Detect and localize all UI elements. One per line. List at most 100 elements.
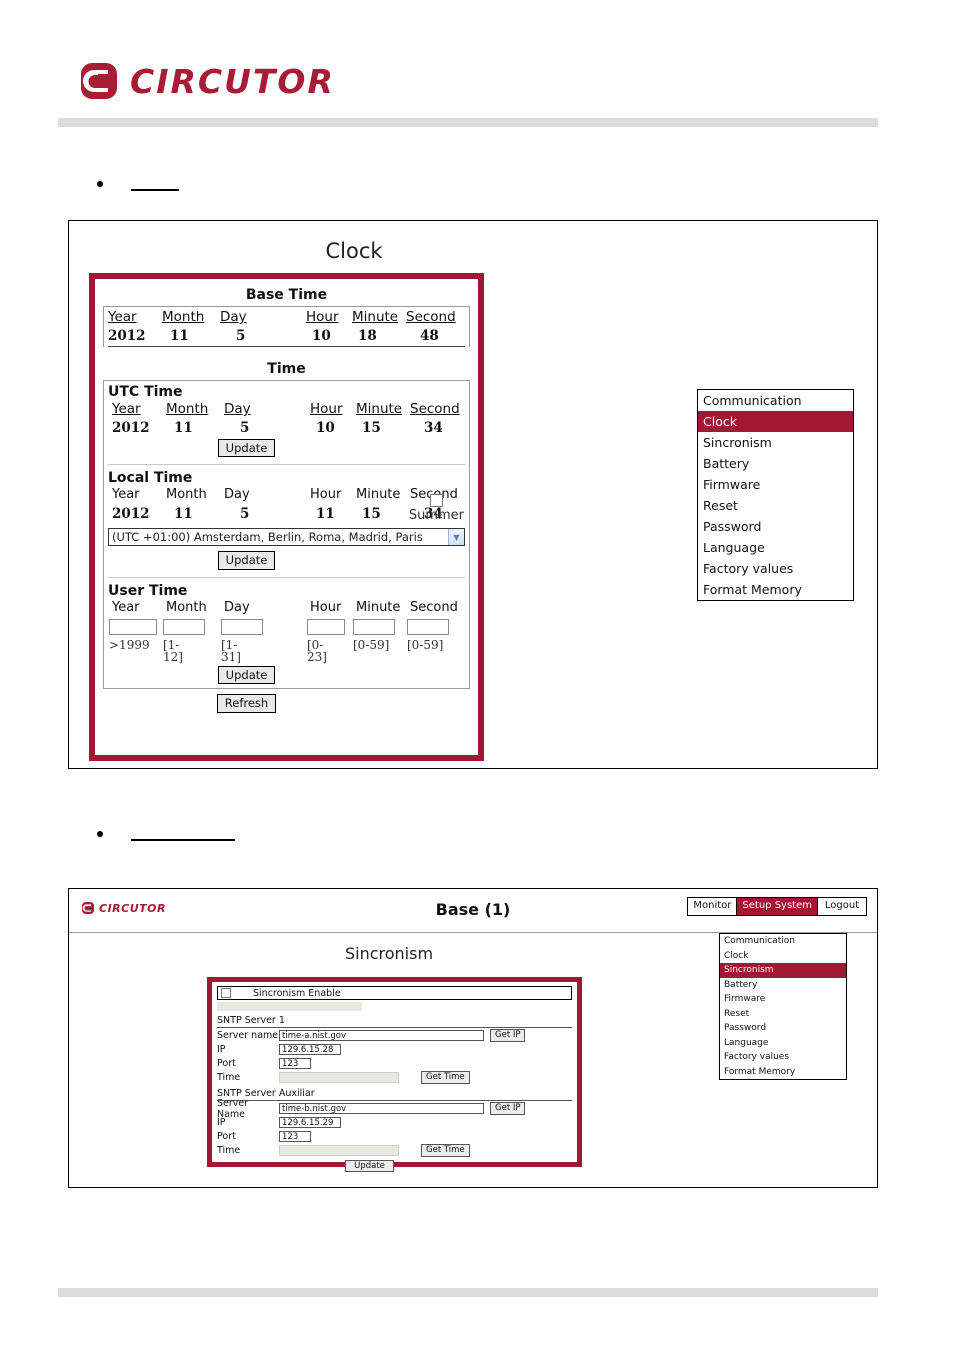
header-hour: Hour (306, 309, 339, 325)
user-month-input[interactable] (163, 618, 205, 635)
hint-year: >1999 (109, 637, 150, 652)
hint-month: [1-12] (163, 637, 183, 665)
brand-wordmark: CIRCUTOR (130, 61, 335, 101)
nav-button-logout[interactable]: Logout (818, 898, 866, 915)
utc-update-button[interactable]: Update (217, 439, 276, 458)
divider (108, 576, 465, 578)
server1-get-time-button[interactable]: Get Time (421, 1070, 470, 1085)
menu-item-battery[interactable]: Battery (698, 453, 853, 474)
header-hour: Hour (310, 487, 342, 503)
hint-hour: [0-23] (307, 637, 327, 665)
header-day: Day (224, 487, 250, 503)
utc-month-value: 11 (174, 420, 193, 436)
hint-day: [1-31] (221, 637, 241, 665)
menu-item-format-memory[interactable]: Format Memory (698, 579, 853, 600)
menu-item-factory-values[interactable]: Factory values (720, 1050, 846, 1065)
serveraux-get-time-button[interactable]: Get Time (421, 1143, 470, 1158)
nav-button-setup-system[interactable]: Setup System (737, 898, 818, 915)
header-rule (58, 118, 878, 127)
serveraux-get-ip-button[interactable]: Get IP (490, 1101, 526, 1116)
server1-time-field (279, 1072, 399, 1083)
utc-second-value: 34 (424, 420, 443, 436)
clock-page-title: Clock (325, 239, 383, 263)
time-section-title: Time (267, 361, 306, 377)
refresh-button[interactable]: Refresh (216, 694, 277, 713)
user-time-label: User Time (108, 582, 188, 599)
menu-item-firmware[interactable]: Firmware (698, 474, 853, 495)
menu-item-format-memory[interactable]: Format Memory (720, 1065, 846, 1080)
user-minute-input[interactable] (353, 618, 395, 635)
sincronism-update-button[interactable]: Update (345, 1160, 394, 1172)
app-header-bar: CIRCUTOR Base (1) Monitor Setup System L… (69, 889, 877, 933)
menu-item-language[interactable]: Language (720, 1036, 846, 1051)
local-day-value: 5 (240, 506, 250, 523)
header-day: Day (220, 309, 247, 325)
footer-rule (58, 1288, 878, 1297)
menu-item-factory-values[interactable]: Factory values (698, 558, 853, 579)
header-hour: Hour (310, 599, 342, 615)
base-time-headers: Year Month Day Hour Minute Second (108, 309, 465, 325)
server1-port-label: Port (217, 1058, 236, 1069)
server1-ip-label: IP (217, 1044, 226, 1055)
timezone-selected-value: (UTC +01:00) Amsterdam, Berlin, Roma, Ma… (112, 530, 423, 545)
menu-item-reset[interactable]: Reset (720, 1007, 846, 1022)
header-minute: Minute (356, 487, 401, 503)
menu-item-reset[interactable]: Reset (698, 495, 853, 516)
server1-port-input[interactable]: 123 (279, 1058, 311, 1069)
chevron-down-icon[interactable]: ▼ (448, 529, 464, 546)
utc-minute-value: 15 (362, 420, 381, 436)
sincronism-enable-checkbox[interactable] (221, 988, 231, 998)
header-month: Month (166, 599, 207, 615)
serveraux-ip-input[interactable]: 129.6.15.29 (279, 1117, 341, 1128)
user-hour-input[interactable] (307, 618, 345, 635)
user-time-inputs (108, 618, 465, 635)
top-nav-buttons: Monitor Setup System Logout (687, 897, 867, 916)
serveraux-port-label: Port (217, 1131, 236, 1142)
menu-item-battery[interactable]: Battery (720, 978, 846, 993)
sincronism-enable-row[interactable]: Sincronism Enable (217, 986, 572, 1000)
base-day-value: 5 (236, 328, 246, 344)
user-second-input[interactable] (407, 618, 449, 635)
server1-name-input[interactable]: time-a.nist.gov (279, 1030, 484, 1041)
menu-item-password[interactable]: Password (698, 516, 853, 537)
menu-item-sincronism[interactable]: Sincronism (698, 432, 853, 453)
server1-name-label: Server name (217, 1030, 279, 1041)
user-update-button[interactable]: Update (217, 665, 276, 685)
header-minute: Minute (356, 599, 401, 615)
serveraux-name-input[interactable]: time-b.nist.gov (279, 1103, 484, 1114)
header-second: Second (406, 309, 456, 325)
sincronism-page-title: Sincronism (344, 944, 434, 963)
serveraux-port-input[interactable]: 123 (279, 1131, 311, 1142)
circutor-logo-icon (78, 60, 120, 102)
nav-button-monitor[interactable]: Monitor (688, 898, 738, 915)
menu-item-communication[interactable]: Communication (720, 934, 846, 949)
menu-item-clock[interactable]: Clock (720, 949, 846, 964)
summer-toggle[interactable]: Summer (409, 494, 464, 523)
bullet-clock-label (131, 176, 179, 191)
menu-item-communication[interactable]: Communication (698, 390, 853, 411)
serveraux-time-field (279, 1145, 399, 1156)
base-time-values: 2012 11 5 10 18 48 (108, 328, 465, 347)
local-time-label: Local Time (108, 470, 193, 487)
server1-ip-row: IP 129.6.15.28 (217, 1043, 572, 1056)
header-minute: Minute (356, 401, 403, 417)
menu-item-language[interactable]: Language (698, 537, 853, 558)
user-day-input[interactable] (221, 618, 263, 635)
base-hour-value: 10 (312, 328, 331, 344)
header-second: Second (410, 401, 460, 417)
user-year-input[interactable] (109, 618, 157, 635)
menu-item-sincronism[interactable]: Sincronism (720, 963, 846, 978)
menu-item-password[interactable]: Password (720, 1021, 846, 1036)
header-day: Day (224, 599, 250, 615)
server1-time-row: Time Get Time (217, 1070, 572, 1085)
utc-time-label: UTC Time (108, 384, 183, 400)
menu-item-firmware[interactable]: Firmware (720, 992, 846, 1007)
menu-item-clock[interactable]: Clock (698, 411, 853, 432)
timezone-select[interactable]: (UTC +01:00) Amsterdam, Berlin, Roma, Ma… (108, 528, 465, 547)
local-update-button[interactable]: Update (217, 551, 276, 570)
server1-ip-input[interactable]: 129.6.15.28 (279, 1044, 341, 1055)
local-minute-value: 15 (362, 506, 381, 523)
figure-sincronism: CIRCUTOR Base (1) Monitor Setup System L… (68, 888, 878, 1188)
server1-get-ip-button[interactable]: Get IP (490, 1028, 526, 1043)
summer-checkbox[interactable] (429, 494, 443, 508)
